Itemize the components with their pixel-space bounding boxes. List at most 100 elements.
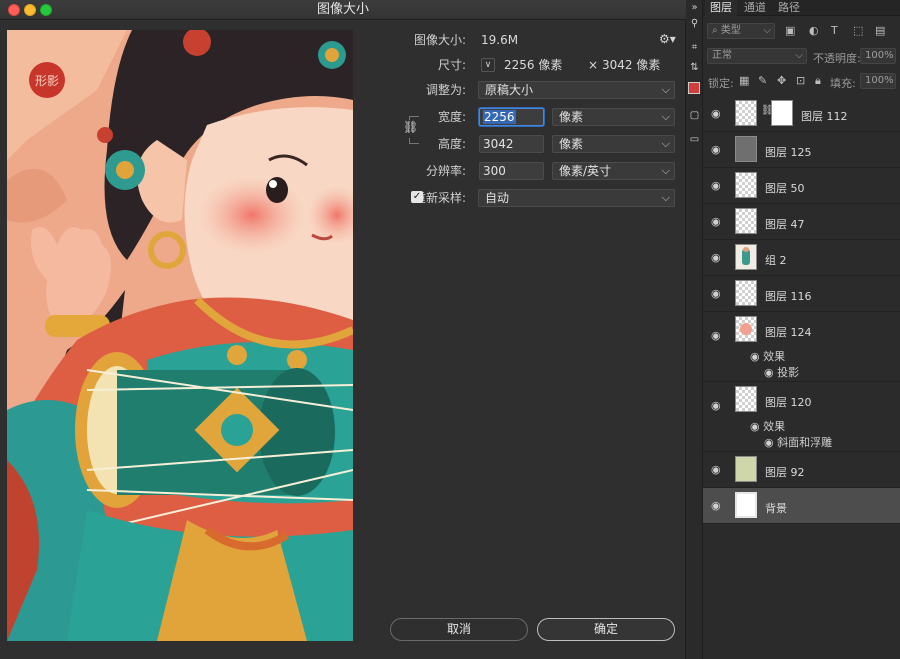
collapse-icon[interactable]: » [689, 2, 700, 13]
effects-label: 效果 [763, 350, 786, 363]
lock-all-icon[interactable]: 🔒︎ [815, 74, 821, 88]
blend-mode-select[interactable]: 正常 ⌵ [707, 48, 807, 64]
layer-row[interactable]: ◉ 图层 116 [703, 276, 900, 312]
visibility-eye-icon[interactable]: ◉ [711, 287, 723, 300]
layer-row[interactable]: ◉ 组 2 [703, 240, 900, 276]
visibility-eye-icon[interactable]: ◉ [711, 330, 723, 342]
gear-icon[interactable]: ⚙▾ [659, 32, 676, 46]
visibility-eye-icon[interactable]: ◉ [711, 143, 723, 156]
width-unit-select[interactable]: 像素 ⌵ [552, 108, 675, 126]
transform-icon[interactable]: ⇅ [689, 62, 700, 73]
lock-position-icon[interactable]: ✥ [777, 74, 786, 87]
layer-thumbnail [735, 316, 757, 342]
resample-select[interactable]: 自动 ⌵ [478, 189, 675, 207]
height-input[interactable]: 3042 [479, 135, 544, 153]
lock-image-icon[interactable]: ✎ [758, 74, 767, 87]
width-input[interactable]: 2256 [479, 108, 544, 126]
layer-thumbnail [735, 280, 757, 306]
effect-eye-icon[interactable]: ◉ [750, 350, 760, 363]
shape-filter-icon[interactable]: ⬚ [853, 24, 863, 37]
effect-item[interactable]: ◉ 斜面和浮雕 [764, 434, 832, 450]
search-icon: ⌕ [712, 25, 718, 36]
adjust-icon[interactable]: ⚲ [689, 18, 700, 29]
tab-layers[interactable]: 图层 [705, 0, 737, 16]
effects-row[interactable]: ◉ 效果 [750, 348, 785, 364]
dimensions-units-dropdown[interactable]: ∨ [481, 58, 495, 72]
image-size-label: 图像大小: [413, 33, 466, 47]
chevron-down-icon: ⌵ [661, 191, 670, 204]
layer-row[interactable]: ◉ 图层 47 [703, 204, 900, 240]
resolution-value: 300 [483, 164, 506, 178]
fill-label: 填充: [830, 77, 856, 90]
foreground-color-swatch[interactable] [688, 82, 700, 94]
visibility-eye-icon[interactable]: ◉ [711, 107, 723, 120]
layer-thumbnail [735, 244, 757, 270]
frame-icon[interactable]: ▢ [689, 110, 700, 121]
lock-artboard-icon[interactable]: ⊡ [796, 74, 805, 87]
effects-label: 效果 [763, 420, 786, 433]
effect-eye-icon[interactable]: ◉ [764, 436, 774, 449]
tab-channels[interactable]: 通道 [739, 0, 771, 16]
layer-filter-select[interactable]: ⌕ 类型 ⌵ [707, 23, 775, 39]
layer-row[interactable]: ◉ 图层 120 ◉ 效果 ◉ 斜面和浮雕 [703, 382, 900, 452]
layer-thumbnail [735, 492, 757, 518]
dialog-title: 图像大小 [316, 2, 369, 17]
effects-row[interactable]: ◉ 效果 [750, 418, 785, 434]
layer-row[interactable]: ◉ 图层 125 [703, 132, 900, 168]
opacity-input[interactable]: 100% [860, 48, 896, 64]
effect-item[interactable]: ◉ 投影 [764, 364, 799, 380]
layer-name: 图层 120 [765, 396, 812, 409]
adjustment-filter-icon[interactable]: ◐ [809, 24, 819, 37]
layer-name: 图层 125 [765, 146, 812, 159]
smart-object-filter-icon[interactable]: ▤ [875, 24, 885, 37]
opacity-label: 不透明度: [813, 52, 861, 65]
ok-button[interactable]: 确定 [537, 618, 675, 641]
close-window-button[interactable] [8, 4, 20, 16]
layer-row[interactable]: ◉ ⛓ 图层 112 [703, 96, 900, 132]
type-filter-icon[interactable]: T [831, 24, 838, 37]
opacity-value: 100% [865, 50, 894, 61]
visibility-eye-icon[interactable]: ◉ [711, 179, 723, 192]
visibility-eye-icon[interactable]: ◉ [711, 499, 723, 512]
layer-row[interactable]: ◉ 图层 92 [703, 452, 900, 488]
effect-eye-icon[interactable]: ◉ [764, 366, 774, 379]
layer-row[interactable]: ◉ 图层 124 ◉ 效果 ◉ 投影 [703, 312, 900, 382]
crop-icon[interactable]: ⌗ [689, 42, 700, 53]
resample-value: 自动 [485, 191, 510, 205]
minimize-window-button[interactable] [24, 4, 36, 16]
image-preview[interactable]: 形影 [7, 30, 353, 641]
layer-mask-thumbnail[interactable] [771, 100, 793, 126]
cancel-button[interactable]: 取消 [390, 618, 528, 641]
chevron-down-icon: ⌵ [661, 83, 670, 96]
visibility-eye-icon[interactable]: ◉ [711, 463, 723, 476]
layer-row[interactable]: ◉ 图层 50 [703, 168, 900, 204]
visibility-eye-icon[interactable]: ◉ [711, 400, 723, 412]
fit-to-value: 原稿大小 [485, 83, 534, 97]
effect-eye-icon[interactable]: ◉ [750, 420, 760, 433]
image-size-dialog: 图像大小 形影 图像大小: 19.6M ⚙▾ 尺寸: ∨ 2256 像素 × 3… [0, 0, 686, 659]
resolution-label: 分辨率: [425, 164, 466, 178]
tab-paths[interactable]: 路径 [773, 0, 805, 16]
note-icon[interactable]: ▭ [689, 134, 700, 145]
layer-name: 图层 112 [801, 110, 848, 123]
fit-to-select[interactable]: 原稿大小 ⌵ [478, 81, 675, 99]
resolution-unit-value: 像素/英寸 [559, 164, 612, 178]
layer-name: 图层 124 [765, 326, 812, 339]
visibility-eye-icon[interactable]: ◉ [711, 215, 723, 228]
height-unit-select[interactable]: 像素 ⌵ [552, 135, 675, 153]
width-label: 宽度: [437, 110, 466, 124]
resolution-unit-select[interactable]: 像素/英寸 ⌵ [552, 162, 675, 180]
fill-input[interactable]: 100% [860, 73, 896, 89]
zoom-window-button[interactable] [40, 4, 52, 16]
chevron-down-icon: ⌵ [763, 25, 771, 36]
lock-transparent-icon[interactable]: ▦ [739, 74, 749, 87]
dimensions-times: × [588, 58, 599, 72]
chevron-down-icon: ⌵ [661, 110, 670, 123]
layer-row-selected[interactable]: ◉ 背景 [703, 488, 900, 524]
resolution-input[interactable]: 300 [479, 162, 544, 180]
width-unit-value: 像素 [559, 110, 584, 124]
image-size-value: 19.6M [481, 33, 519, 47]
pixel-filter-icon[interactable]: ▣ [785, 24, 795, 37]
resample-checkbox[interactable]: ✓ [411, 191, 423, 203]
visibility-eye-icon[interactable]: ◉ [711, 251, 723, 264]
